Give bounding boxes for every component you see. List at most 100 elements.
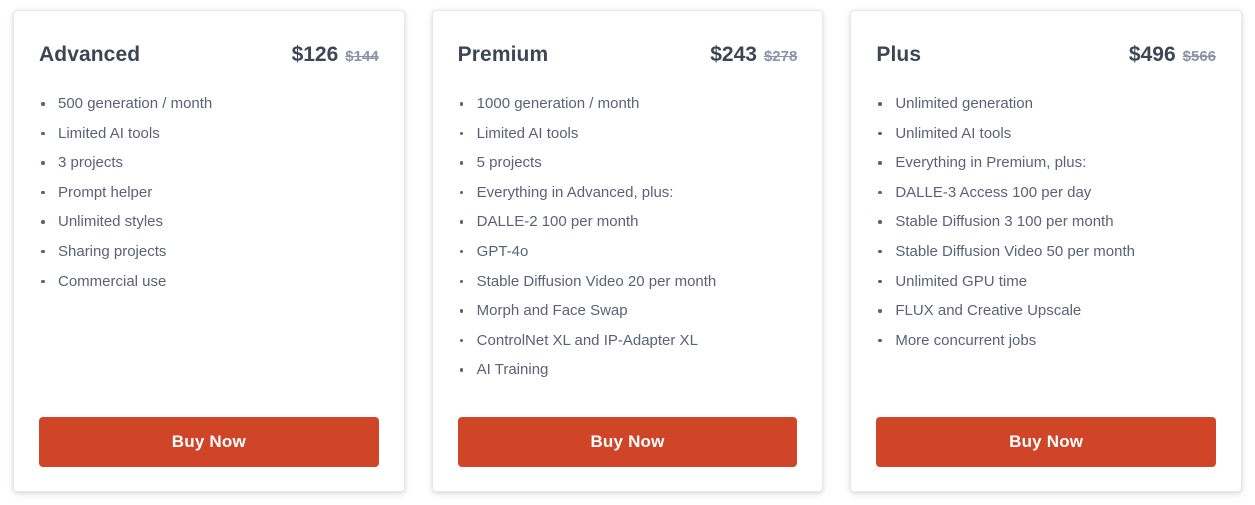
feature-label: More concurrent jobs <box>895 331 1037 349</box>
feature-item: ControlNet XL and IP-Adapter XL <box>455 333 801 348</box>
bullet-icon <box>459 279 464 284</box>
plan-current-price: $243 <box>710 43 757 66</box>
plan-name: Advanced <box>39 43 141 66</box>
plan-header: Advanced $126 $144 <box>14 11 404 65</box>
feature-item: 500 generation / month <box>36 96 382 111</box>
bullet-icon <box>41 279 45 284</box>
feature-item: Unlimited generation <box>873 96 1219 111</box>
bullet-icon <box>41 102 45 106</box>
buy-now-button[interactable]: Buy Now <box>39 417 379 467</box>
feature-item: 5 projects <box>455 155 801 170</box>
plan-header: Plus $496 $566 <box>851 11 1241 65</box>
feature-item: Everything in Advanced, plus: <box>455 185 801 200</box>
feature-label: 1000 generation / month <box>476 95 640 112</box>
feature-item: Unlimited styles <box>36 214 382 229</box>
buy-now-button[interactable]: Buy Now <box>457 417 798 467</box>
feature-label: Everything in Advanced, plus: <box>476 183 674 201</box>
feature-item: Stable Diffusion Video 50 per month <box>873 244 1219 259</box>
buy-now-button[interactable]: Buy Now <box>876 417 1217 467</box>
bullet-icon <box>459 338 464 343</box>
bullet-icon <box>459 249 464 254</box>
bullet-icon <box>459 220 464 224</box>
feature-item: AI Training <box>455 362 801 377</box>
feature-label: Prompt helper <box>58 183 153 201</box>
bullet-icon <box>459 102 464 106</box>
feature-label: Unlimited generation <box>895 95 1033 112</box>
bullet-icon <box>459 309 464 313</box>
feature-item: DALLE-2 100 per month <box>455 214 801 229</box>
bullet-icon <box>878 190 882 195</box>
feature-item: Unlimited GPU time <box>873 274 1219 289</box>
bullet-icon <box>878 161 882 165</box>
feature-label: DALLE-3 Access 100 per day <box>895 183 1092 201</box>
bullet-icon <box>41 220 45 224</box>
feature-item: 1000 generation / month <box>455 96 801 111</box>
feature-label: Limited AI tools <box>476 124 579 142</box>
plan-price-group: $243 $278 <box>710 44 797 65</box>
feature-item: Commercial use <box>36 274 382 289</box>
plan-current-price: $126 <box>291 43 339 66</box>
feature-item: DALLE-3 Access 100 per day <box>873 185 1219 200</box>
feature-item: Stable Diffusion Video 20 per month <box>455 274 801 289</box>
feature-label: 500 generation / month <box>58 95 213 112</box>
bullet-icon <box>459 131 464 136</box>
pricing-plans-container: Advanced $126 $144 500 generation / month Li… <box>0 0 1255 505</box>
plan-name: Premium <box>457 43 549 66</box>
bullet-icon <box>41 131 45 136</box>
feature-label: ControlNet XL and IP-Adapter XL <box>476 331 698 349</box>
bullet-icon <box>41 249 45 254</box>
plan-card: Plus $496 $566 Unlimited generation Unlimite… <box>850 10 1243 492</box>
feature-label: 3 projects <box>58 154 124 172</box>
feature-item: Limited AI tools <box>36 126 382 141</box>
feature-label: Stable Diffusion 3 100 per month <box>895 213 1114 231</box>
bullet-icon <box>459 161 464 165</box>
feature-item: Everything in Premium, plus: <box>873 155 1219 170</box>
plan-current-price: $496 <box>1128 43 1176 66</box>
feature-label: Unlimited GPU time <box>895 272 1028 290</box>
feature-item: FLUX and Creative Upscale <box>873 303 1219 318</box>
bullet-icon <box>878 220 882 224</box>
feature-item: Prompt helper <box>36 185 382 200</box>
feature-label: Sharing projects <box>58 242 167 260</box>
plan-original-price: $278 <box>763 48 798 65</box>
feature-label: AI Training <box>476 361 549 379</box>
feature-label: Morph and Face Swap <box>476 302 628 320</box>
feature-item: Sharing projects <box>36 244 382 259</box>
bullet-icon <box>459 368 464 372</box>
bullet-icon <box>878 131 882 136</box>
feature-label: Unlimited AI tools <box>895 124 1012 142</box>
bullet-icon <box>878 102 882 106</box>
bullet-icon <box>41 190 45 195</box>
feature-label: Everything in Premium, plus: <box>895 154 1087 172</box>
feature-item: GPT-4o <box>455 244 801 259</box>
plan-header: Premium $243 $278 <box>433 11 823 65</box>
feature-item: Morph and Face Swap <box>455 303 801 318</box>
plan-card: Advanced $126 $144 500 generation / month Li… <box>13 10 405 492</box>
feature-item: Unlimited AI tools <box>873 126 1219 141</box>
feature-label: Commercial use <box>58 272 167 290</box>
feature-item: Limited AI tools <box>455 126 801 141</box>
feature-label: FLUX and Creative Upscale <box>895 302 1082 320</box>
plan-price-group: $126 $144 <box>292 44 379 65</box>
plan-card: Premium $243 $278 1000 generation / month Li… <box>431 10 824 492</box>
feature-label: DALLE-2 100 per month <box>476 213 639 231</box>
feature-item: 3 projects <box>36 155 382 170</box>
bullet-icon <box>878 338 882 343</box>
bullet-icon <box>459 190 464 195</box>
plan-original-price: $144 <box>345 48 379 65</box>
feature-label: Limited AI tools <box>58 124 160 142</box>
feature-label: Stable Diffusion Video 50 per month <box>895 242 1135 260</box>
plan-name: Plus <box>876 43 922 66</box>
feature-item: Stable Diffusion 3 100 per month <box>873 214 1219 229</box>
bullet-icon <box>878 249 882 254</box>
plan-feature-list: Unlimited generation Unlimited AI tools Ev… <box>851 65 1241 348</box>
plan-price-group: $496 $566 <box>1129 44 1216 65</box>
feature-label: GPT-4o <box>476 242 529 260</box>
plan-feature-list: 500 generation / month Limited AI tools 3 … <box>14 65 404 289</box>
plan-original-price: $566 <box>1182 48 1217 65</box>
feature-label: 5 projects <box>476 154 542 172</box>
plan-feature-list: 1000 generation / month Limited AI tools 5… <box>433 65 823 377</box>
feature-label: Stable Diffusion Video 20 per month <box>476 272 717 290</box>
feature-label: Unlimited styles <box>58 213 164 231</box>
bullet-icon <box>41 161 45 165</box>
